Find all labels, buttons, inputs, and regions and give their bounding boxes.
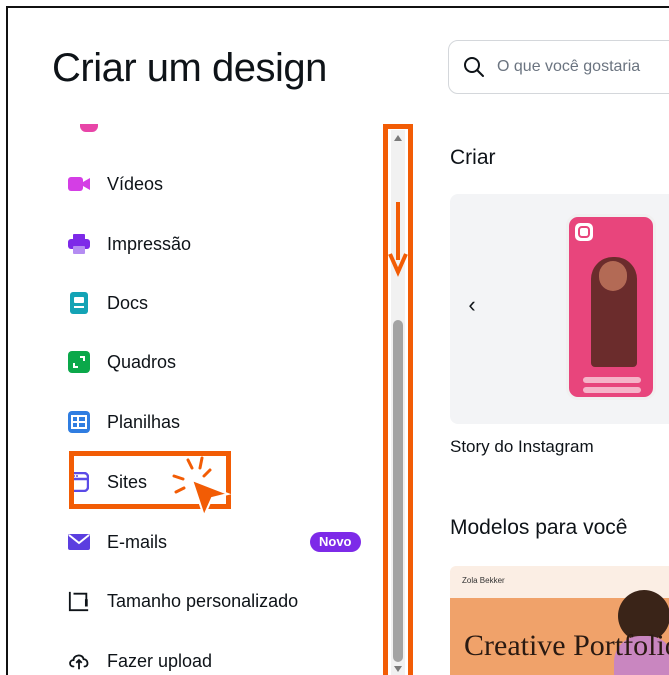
- scroll-down-annotation-arrow-icon: [388, 202, 408, 277]
- sidebar-item-whiteboards[interactable]: Quadros: [68, 342, 378, 382]
- sidebar-item-label: Impressão: [107, 233, 192, 254]
- email-icon: [68, 531, 90, 553]
- printer-icon: [68, 233, 90, 255]
- create-heading: Criar: [450, 146, 496, 169]
- search-icon: [464, 57, 484, 77]
- search-input[interactable]: [497, 58, 669, 76]
- sidebar-item-label: Tamanho personalizado: [107, 590, 299, 611]
- sidebar-item-custom-size[interactable]: Tamanho personalizado: [68, 581, 378, 621]
- sidebar-item-emails[interactable]: E-mails Novo: [68, 522, 378, 562]
- sidebar-item-upload[interactable]: Fazer upload: [68, 641, 378, 675]
- video-icon: [68, 173, 90, 195]
- design-type-sidebar: Vídeos Impressão Docs Quadros Planilhas: [8, 112, 380, 675]
- cursor-click-icon: [172, 456, 232, 519]
- templates-heading: Modelos para você: [450, 516, 628, 539]
- sidebar-item-spreadsheets[interactable]: Planilhas: [68, 402, 378, 442]
- template-card[interactable]: Zola Bekker Creative Portfolio: [450, 566, 669, 675]
- sidebar-item-print[interactable]: Impressão: [68, 224, 378, 264]
- upload-icon: [68, 650, 90, 672]
- story-label[interactable]: Story do Instagram: [450, 437, 594, 457]
- new-badge: Novo: [310, 532, 361, 552]
- spreadsheet-icon: [68, 411, 90, 433]
- sidebar-item-label: Planilhas: [107, 411, 181, 432]
- sidebar-item-label: Fazer upload: [107, 650, 213, 671]
- instagram-story-thumbnail[interactable]: [566, 214, 656, 400]
- search-box[interactable]: [448, 40, 669, 94]
- chevron-left-icon[interactable]: ‹: [460, 290, 484, 320]
- instagram-icon: [575, 223, 593, 241]
- sidebar-item-label: Quadros: [107, 351, 177, 372]
- cut-off-item-icon: [80, 124, 98, 132]
- page-title: Criar um design: [52, 46, 327, 90]
- template-title: Creative Portfolio: [464, 629, 669, 662]
- sidebar-item-videos[interactable]: Vídeos: [68, 164, 378, 204]
- sidebar-item-label: Docs: [107, 292, 149, 313]
- sidebar-item-label: E-mails: [107, 531, 168, 552]
- sidebar-item-label: Vídeos: [107, 173, 164, 194]
- whiteboard-icon: [68, 351, 90, 373]
- resize-icon: [68, 590, 90, 612]
- template-brand: Zola Bekker: [462, 576, 505, 585]
- sidebar-item-docs[interactable]: Docs: [68, 283, 378, 323]
- create-design-panel: Criar um design Vídeos Impressão: [6, 6, 669, 675]
- doc-icon: [68, 292, 90, 314]
